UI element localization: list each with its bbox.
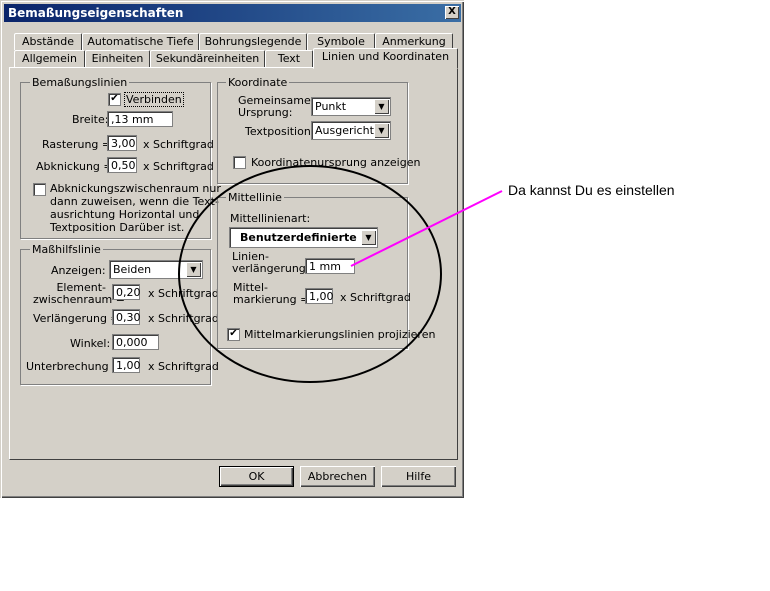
annotation-text: Da kannst Du es einstellen [508, 182, 675, 198]
annotation-overlay [178, 165, 503, 383]
highlight-ellipse [178, 165, 442, 383]
pointer-line [350, 190, 503, 267]
tab-linien-und-koordinaten[interactable]: Linien und Koordinaten [313, 48, 458, 69]
